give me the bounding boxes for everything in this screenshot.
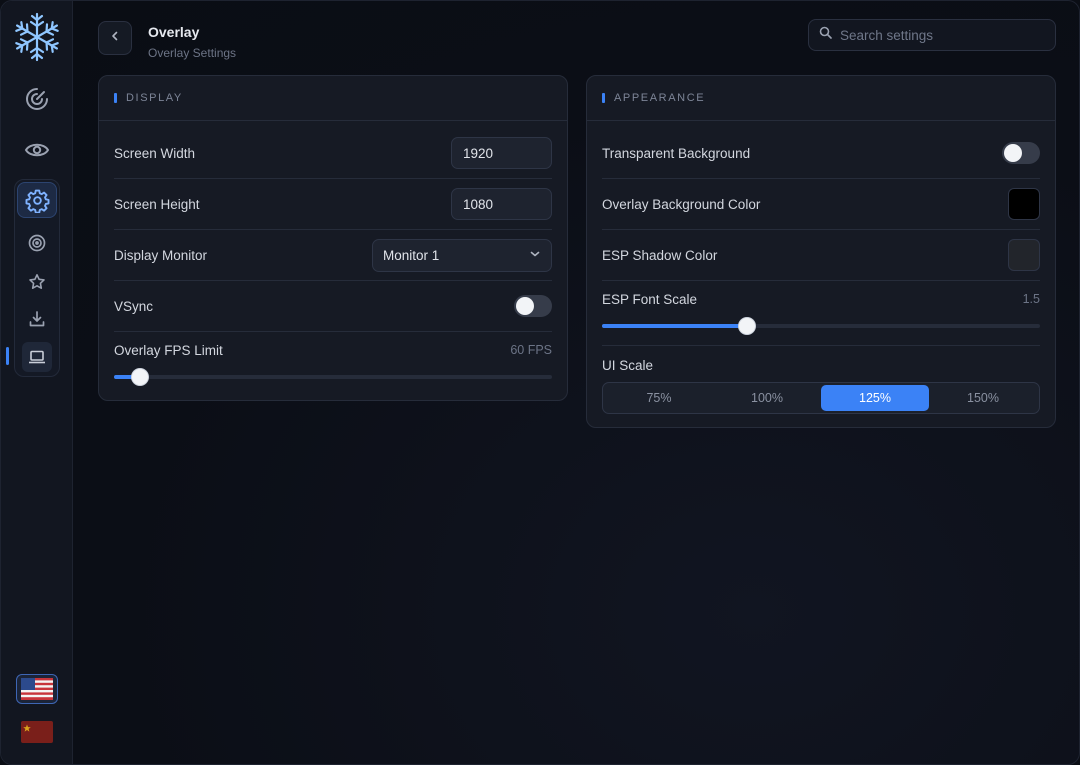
sidebar <box>1 1 73 764</box>
screen-width-label: Screen Width <box>114 145 196 161</box>
ui-scale-option[interactable]: 75% <box>605 385 713 411</box>
back-button[interactable] <box>98 21 132 55</box>
fps-limit-value: 60 FPS <box>510 343 552 357</box>
fps-limit-label: Overlay FPS Limit <box>114 342 223 358</box>
ui-scale-label: UI Scale <box>602 357 654 373</box>
display-monitor-label: Display Monitor <box>114 247 208 263</box>
laptop-icon[interactable] <box>22 342 52 372</box>
vsync-row: VSync <box>114 281 552 332</box>
display-monitor-value: Monitor 1 <box>383 247 440 263</box>
toggle-knob <box>1004 144 1022 162</box>
screen-height-label: Screen Height <box>114 196 200 212</box>
section-accent <box>114 93 117 103</box>
screen-height-input[interactable]: 1080 <box>451 188 552 220</box>
vsync-toggle[interactable] <box>514 295 552 317</box>
gear-icon <box>25 188 50 218</box>
fps-limit-slider[interactable] <box>114 369 552 385</box>
cn-flag-icon[interactable] <box>16 717 58 747</box>
ui-scale-row: UI Scale <box>602 348 1040 382</box>
appearance-section-title: APPEARANCE <box>614 92 706 104</box>
us-flag-icon[interactable] <box>16 674 58 704</box>
slider-thumb[interactable] <box>132 369 149 385</box>
shadow-color-row: ESP Shadow Color <box>602 230 1040 281</box>
transparent-bg-row: Transparent Background <box>602 128 1040 179</box>
search-icon <box>819 26 832 44</box>
transparent-bg-label: Transparent Background <box>602 145 751 161</box>
eye-icon[interactable] <box>20 133 54 167</box>
star-icon[interactable] <box>22 267 52 297</box>
slider-fill <box>602 324 747 328</box>
page-subtitle: Overlay Settings <box>148 46 237 60</box>
app-window: Overlay Overlay Settings Search settings… <box>0 0 1080 765</box>
bg-color-swatch[interactable] <box>1008 188 1040 220</box>
ui-scale-option[interactable]: 125% <box>821 385 929 411</box>
font-scale-slider[interactable] <box>602 318 1040 334</box>
page-title: Overlay <box>148 24 200 40</box>
screen-width-row: Screen Width 1920 <box>114 128 552 179</box>
appearance-panel: APPEARANCE Transparent Background Overla… <box>586 75 1056 428</box>
font-scale-value: 1.5 <box>1022 292 1040 306</box>
appearance-panel-header: APPEARANCE <box>587 76 1055 121</box>
snowflake-icon[interactable] <box>11 11 63 63</box>
ui-scale-option[interactable]: 150% <box>929 385 1037 411</box>
transparent-bg-toggle[interactable] <box>1002 142 1040 164</box>
section-accent <box>602 93 605 103</box>
bg-color-row: Overlay Background Color <box>602 179 1040 230</box>
font-scale-row: ESP Font Scale 1.5 <box>602 281 1040 346</box>
ui-scale-option[interactable]: 100% <box>713 385 821 411</box>
display-section-title: DISPLAY <box>126 92 183 104</box>
display-panel: DISPLAY Screen Width 1920 Screen Height … <box>98 75 568 401</box>
target-icon[interactable] <box>22 228 52 258</box>
screen-width-input[interactable]: 1920 <box>451 137 552 169</box>
settings-nav-button[interactable] <box>17 182 57 218</box>
download-icon[interactable] <box>22 304 52 334</box>
active-indicator <box>6 347 9 365</box>
font-scale-label: ESP Font Scale <box>602 292 698 307</box>
toggle-knob <box>516 297 534 315</box>
shadow-color-label: ESP Shadow Color <box>602 247 718 263</box>
ui-scale-selector: 75% 100% 125% 150% <box>602 382 1040 414</box>
display-monitor-select[interactable]: Monitor 1 <box>372 238 552 272</box>
display-monitor-row: Display Monitor Monitor 1 <box>114 230 552 281</box>
fps-limit-row: Overlay FPS Limit 60 FPS <box>114 332 552 368</box>
slider-thumb[interactable] <box>738 318 755 334</box>
search-input[interactable]: Search settings <box>808 19 1056 51</box>
chevron-down-icon <box>529 248 541 263</box>
radar-icon[interactable] <box>20 82 54 116</box>
bg-color-label: Overlay Background Color <box>602 196 761 212</box>
chevron-left-icon <box>109 29 121 47</box>
display-panel-header: DISPLAY <box>99 76 567 121</box>
vsync-label: VSync <box>114 298 154 314</box>
screen-height-row: Screen Height 1080 <box>114 179 552 230</box>
shadow-color-swatch[interactable] <box>1008 239 1040 271</box>
search-placeholder: Search settings <box>840 27 934 43</box>
